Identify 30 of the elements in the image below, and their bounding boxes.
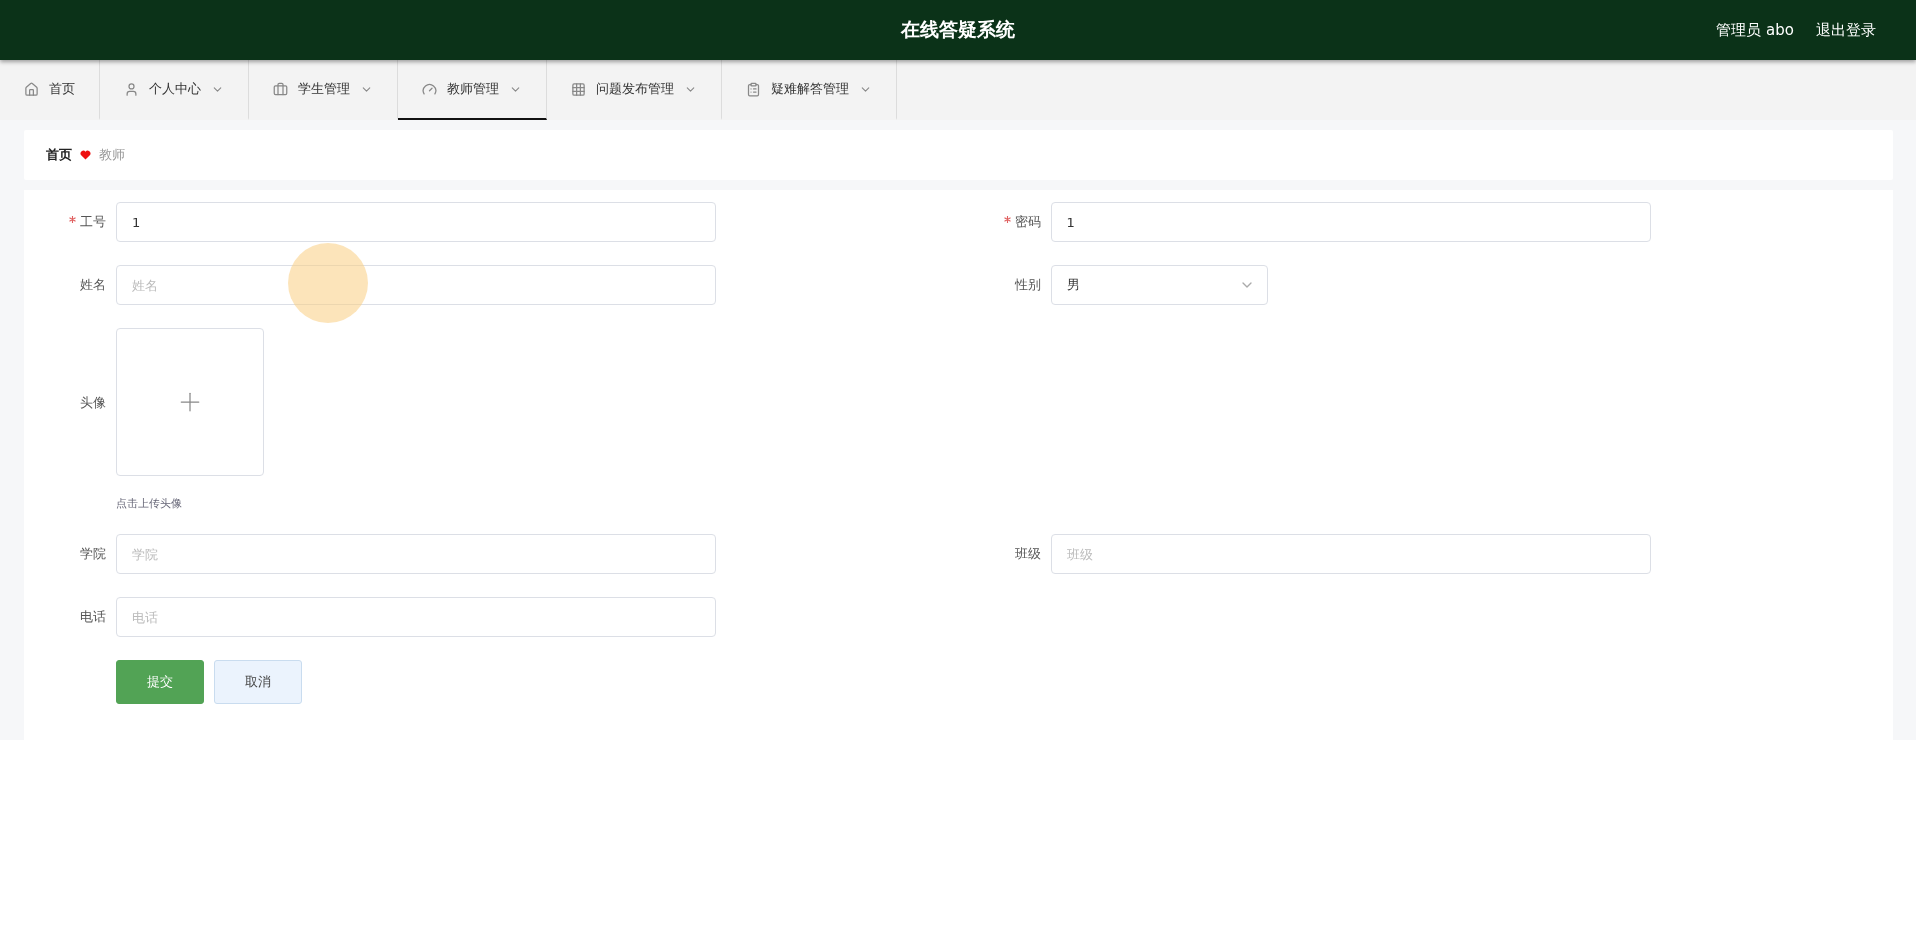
field-label: 姓名 [80,276,106,294]
logout-link[interactable]: 退出登录 [1816,20,1876,40]
input-field[interactable]: 1 [116,202,716,242]
tab-icon [124,81,139,97]
upload-button[interactable] [116,328,264,476]
tab-icon [746,81,761,97]
input-field[interactable]: 班级 [1050,534,1651,574]
tab-icon [24,81,39,97]
tab-icon [571,81,586,97]
breadcrumb-home[interactable]: 首页 [46,146,72,164]
upload-hint: 点击上传头像 [116,496,183,511]
tab-icon [422,81,437,97]
app-title: 在线答疑系统 [901,17,1015,42]
field-label: 工号 [80,213,106,231]
user-name[interactable]: 管理员 abo [1716,20,1794,40]
input-field[interactable]: 姓名 [116,265,716,305]
breadcrumb-current: 教师 [99,146,125,164]
field-label: 学院 [80,545,106,563]
input-field[interactable]: 学院 [116,534,716,574]
cancel-button[interactable]: 取消 [214,660,302,704]
field-label: 班级 [1014,545,1041,563]
field-label: 电话 [80,608,106,626]
field-label: 性别 [1014,276,1041,294]
input-field[interactable]: 1 [1050,202,1651,242]
select-field[interactable]: 男 [1050,265,1268,305]
field-label: 密码 [1014,213,1041,231]
heart-icon [80,150,91,160]
tab-icon [273,81,288,97]
input-field[interactable]: 电话 [116,597,716,637]
field-label: 头像 [80,394,106,412]
